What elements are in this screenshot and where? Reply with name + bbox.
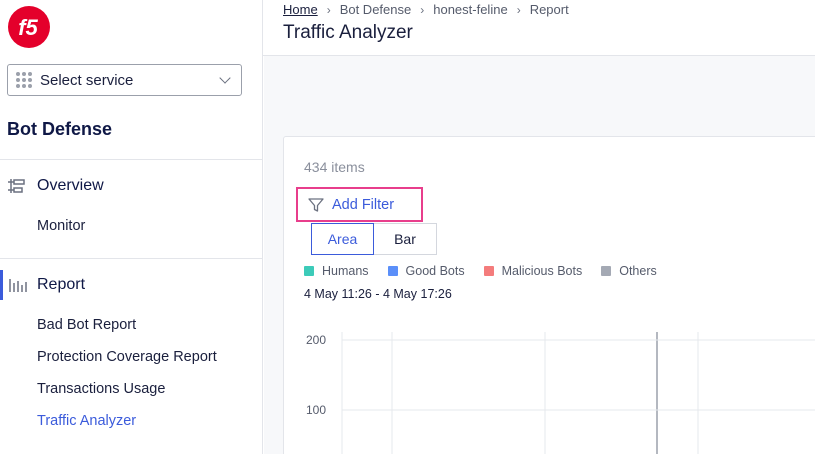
sidebar-item-protection-coverage-report[interactable]: Protection Coverage Report bbox=[37, 349, 217, 365]
grid-dots-icon bbox=[16, 72, 34, 88]
sidebar: f5 Select service Bot Defense Overview M… bbox=[0, 0, 263, 454]
chevron-right-icon: › bbox=[516, 2, 521, 17]
legend-swatch bbox=[304, 266, 314, 276]
breadcrumb: Home › Bot Defense › honest-feline › Rep… bbox=[283, 2, 569, 17]
y-tick-label: 100 bbox=[306, 403, 326, 417]
legend-swatch bbox=[483, 266, 494, 276]
filter-icon bbox=[308, 197, 324, 212]
overview-icon bbox=[7, 176, 29, 196]
nav-group-label: Overview bbox=[37, 177, 104, 194]
legend-good-bots[interactable]: Good Bots bbox=[387, 264, 465, 278]
legend-others[interactable]: Others bbox=[601, 264, 657, 278]
service-select-label: Select service bbox=[40, 71, 134, 89]
legend-label: Good Bots bbox=[405, 264, 465, 278]
legend-label: Humans bbox=[322, 264, 369, 278]
y-tick-label: 200 bbox=[306, 333, 326, 347]
date-range: 4 May 11:26 - 4 May 17:26 bbox=[304, 287, 452, 301]
breadcrumb-home-link[interactable]: Home bbox=[283, 2, 318, 17]
legend-swatch bbox=[601, 266, 612, 276]
legend-humans[interactable]: Humans bbox=[304, 264, 369, 278]
items-count: 434 items bbox=[304, 159, 365, 175]
svg-text:f5: f5 bbox=[18, 15, 38, 40]
nav-group-report[interactable]: Report bbox=[7, 273, 85, 297]
service-select[interactable]: Select service bbox=[7, 64, 242, 96]
report-bars-icon bbox=[7, 275, 29, 295]
nav-group-label: Report bbox=[37, 276, 86, 293]
chevron-right-icon: › bbox=[326, 2, 331, 17]
chart-type-toggle: Area Bar bbox=[311, 223, 437, 255]
section-title: Bot Defense bbox=[7, 119, 113, 139]
breadcrumb-namespace[interactable]: honest-feline bbox=[433, 2, 507, 17]
page-title: Traffic Analyzer bbox=[283, 22, 413, 43]
add-filter-button[interactable]: Add Filter bbox=[296, 187, 423, 222]
breadcrumb-report[interactable]: Report bbox=[530, 2, 569, 17]
nav-group-overview[interactable]: Overview bbox=[7, 174, 104, 198]
sidebar-item-transactions-usage[interactable]: Transactions Usage bbox=[37, 381, 165, 397]
active-group-indicator bbox=[0, 270, 3, 300]
legend-swatch bbox=[387, 266, 398, 276]
bar-toggle-button[interactable]: Bar bbox=[374, 223, 437, 255]
chart-legend: Humans Good Bots Malicious Bots Others bbox=[304, 264, 676, 278]
breadcrumb-bot-defense[interactable]: Bot Defense bbox=[340, 2, 412, 17]
chevron-right-icon: › bbox=[420, 2, 425, 17]
legend-label: Others bbox=[619, 264, 657, 278]
f5-logo[interactable]: f5 bbox=[7, 5, 51, 49]
legend-label: Malicious Bots bbox=[501, 264, 583, 278]
sidebar-item-traffic-analyzer[interactable]: Traffic Analyzer bbox=[37, 413, 136, 429]
sidebar-item-bad-bot-report[interactable]: Bad Bot Report bbox=[37, 317, 136, 333]
sidebar-item-monitor[interactable]: Monitor bbox=[37, 218, 85, 234]
divider bbox=[0, 258, 263, 259]
legend-malicious-bots[interactable]: Malicious Bots bbox=[483, 264, 583, 278]
chevron-down-icon bbox=[219, 72, 231, 84]
area-toggle-button[interactable]: Area bbox=[311, 223, 374, 255]
divider bbox=[0, 159, 263, 160]
add-filter-label: Add Filter bbox=[332, 196, 395, 213]
traffic-chart: 200 100 bbox=[306, 332, 815, 454]
